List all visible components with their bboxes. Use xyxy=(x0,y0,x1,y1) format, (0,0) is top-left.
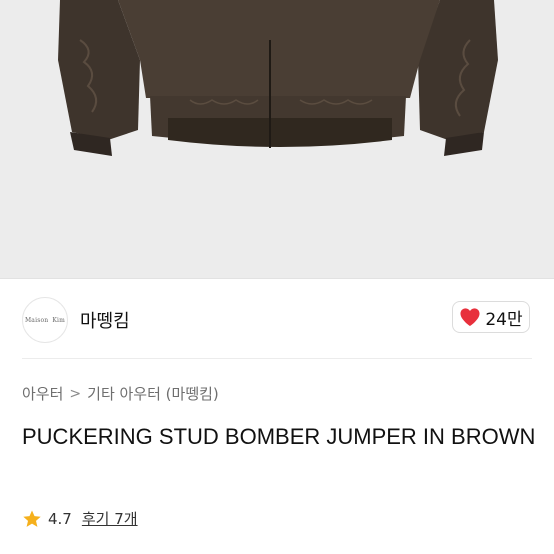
star-icon xyxy=(23,510,41,527)
product-image[interactable] xyxy=(0,0,554,278)
rating-value: 4.7 xyxy=(48,509,72,528)
like-button[interactable]: 24만 xyxy=(452,301,530,333)
breadcrumb: 아우터 > 기타 아우터 (마뗑킴) xyxy=(22,383,219,404)
heart-icon xyxy=(460,308,480,327)
avatar-text-left: Maison xyxy=(24,316,49,324)
avatar-text-right: Kim xyxy=(52,316,66,324)
like-count: 24만 xyxy=(485,309,523,330)
seller-row[interactable]: Maison Kim 마뗑킴 24만 xyxy=(0,279,554,359)
section-divider xyxy=(22,358,532,359)
seller-name[interactable]: 마뗑킴 xyxy=(80,307,130,333)
breadcrumb-item-category[interactable]: 아우터 xyxy=(22,383,63,404)
chevron-right-icon: > xyxy=(69,385,82,402)
rating-row: 4.7 후기 7개 xyxy=(22,508,138,529)
product-title: PUCKERING STUD BOMBER JUMPER IN BROWN xyxy=(22,424,536,449)
reviews-link[interactable]: 후기 7개 xyxy=(82,508,138,529)
breadcrumb-item-subcategory[interactable]: 기타 아우터 (마뗑킴) xyxy=(87,383,219,404)
jacket-illustration xyxy=(0,0,554,278)
seller-avatar[interactable]: Maison Kim xyxy=(22,297,68,343)
